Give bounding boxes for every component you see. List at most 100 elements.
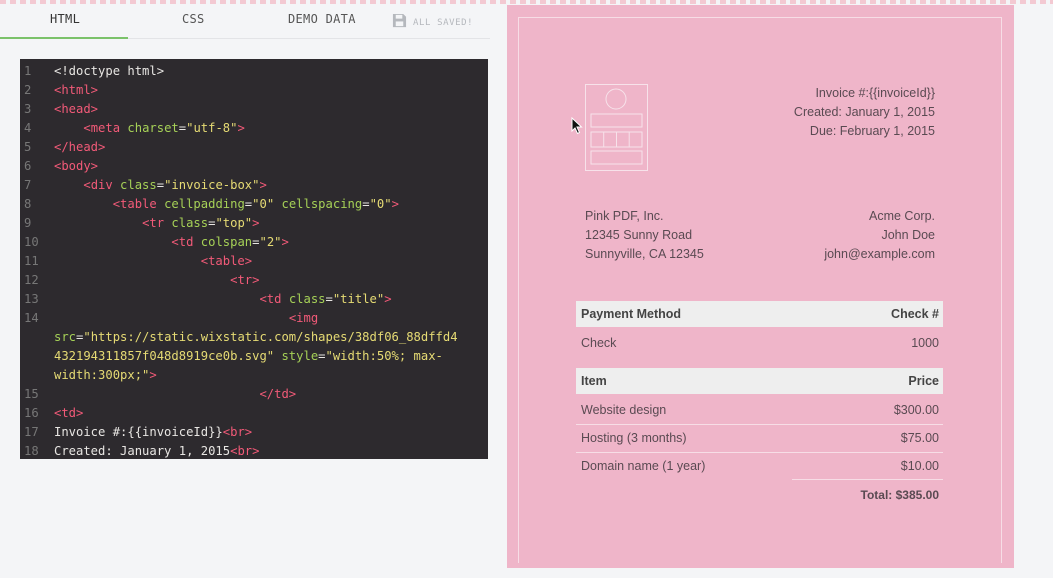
code-token: = [318, 349, 326, 363]
tab-html[interactable]: HTML [50, 12, 80, 26]
item-header: Item [581, 374, 607, 388]
code-token: colspan [200, 235, 253, 249]
code-token: <tr [142, 216, 172, 230]
check-number-header: Check # [891, 307, 939, 321]
code-text: <!doctype html> [54, 62, 164, 81]
active-tab-indicator [0, 37, 128, 39]
line-number: 9 [24, 216, 32, 230]
code-token: <table [112, 197, 165, 211]
code-text: <table> [54, 252, 252, 271]
save-status: ALL SAVED! [392, 12, 473, 28]
code-text: <img [54, 309, 318, 328]
invoice-from: Pink PDF, Inc. 12345 Sunny Road Sunnyvil… [585, 207, 704, 264]
code-token: > [391, 197, 399, 211]
code-token: "0" [369, 197, 392, 211]
line-number: 11 [24, 254, 39, 268]
code-token: "2" [259, 235, 282, 249]
code-token: = [156, 178, 165, 192]
code-token: = [178, 121, 187, 135]
tab-css[interactable]: CSS [182, 12, 205, 26]
item-price: $300.00 [893, 403, 939, 417]
items-header-row: Item Price [576, 368, 943, 394]
code-token: <meta [83, 121, 128, 135]
table-row: Hosting (3 months) $75.00 [576, 424, 943, 453]
code-token: = [362, 197, 370, 211]
line-number: 5 [24, 140, 32, 154]
line-number: 4 [24, 121, 32, 135]
check-number-value: 1000 [911, 336, 939, 350]
line-number: 13 [24, 292, 39, 306]
code-token: cellspacing [281, 197, 363, 211]
line-number: 8 [24, 197, 32, 211]
invoice-created: Created: January 1, 2015 [793, 105, 935, 119]
code-token: "https://static.wixstatic.com/shapes/38d… [83, 330, 458, 344]
code-token: <td [259, 292, 289, 306]
payment-method-header: Payment Method [581, 307, 682, 321]
total-divider [792, 479, 943, 480]
code-text: Created: January 1, 2015<br> [54, 442, 259, 459]
code-token: cellpadding [164, 197, 245, 211]
code-text: <table cellpadding="0" cellspacing="0"> [54, 195, 399, 214]
line-number: 3 [24, 102, 32, 116]
code-text: <td> [54, 404, 83, 423]
code-token: > [237, 121, 245, 135]
code-token: <!doctype html> [54, 64, 165, 78]
editor-tabs: HTML CSS DEMO DATA ALL SAVED! [0, 0, 490, 40]
line-number: 14 [24, 311, 39, 325]
save-status-text: ALL SAVED! [413, 18, 474, 28]
code-token: "invoice-box" [164, 178, 260, 192]
payment-row: Check 1000 [576, 329, 943, 357]
code-token: = [325, 292, 333, 306]
code-token: <td [171, 235, 201, 249]
code-token: <table> [200, 254, 253, 268]
price-header: Price [908, 374, 939, 388]
from-company: Pink PDF, Inc. [585, 209, 664, 223]
code-text: 432194311857f048d8919ce0b.svg" style="wi… [54, 347, 443, 366]
code-text: <body> [54, 157, 98, 176]
line-number: 16 [24, 406, 39, 420]
to-company: Acme Corp. [869, 209, 935, 223]
code-token: Invoice #:{{invoiceId}} [54, 425, 223, 439]
invoice-to: Acme Corp. John Doe john@example.com [824, 207, 935, 264]
code-text: <meta charset="utf-8"> [54, 119, 245, 138]
code-token: > [384, 292, 392, 306]
code-token: "top" [215, 216, 253, 230]
line-number: 10 [24, 235, 39, 249]
code-token: <td> [54, 406, 84, 420]
line-number: 6 [24, 159, 32, 173]
table-row: Domain name (1 year) $10.00 [576, 452, 943, 480]
invoice-due: Due: February 1, 2015 [809, 124, 935, 138]
item-name: Website design [581, 403, 667, 417]
to-name: John Doe [881, 228, 935, 242]
line-number: 17 [24, 425, 39, 439]
code-token: <img [288, 311, 319, 325]
code-token: </head> [54, 140, 106, 154]
code-token: <head> [54, 102, 99, 116]
item-price: $10.00 [900, 459, 939, 473]
item-name: Domain name (1 year) [581, 459, 706, 473]
tab-demo-data[interactable]: DEMO DATA [288, 12, 356, 26]
code-text: <div class="invoice-box"> [54, 176, 266, 195]
code-text: <html> [54, 81, 98, 100]
code-text: width:300px;"> [54, 366, 157, 385]
code-text: </head> [54, 138, 105, 157]
code-editor[interactable]: 1 <!doctype html> 2 <html> 3 <head> 4 <meta ch… [20, 59, 488, 459]
code-token: "utf-8" [186, 121, 238, 135]
code-token: "width:50%; max- [325, 349, 443, 363]
code-token: <br> [222, 425, 253, 439]
table-row: Website design $300.00 [576, 396, 943, 425]
code-token: src [54, 330, 77, 344]
code-token: charset [127, 121, 179, 135]
line-number: 1 [24, 64, 32, 78]
code-token: </td> [259, 387, 297, 401]
